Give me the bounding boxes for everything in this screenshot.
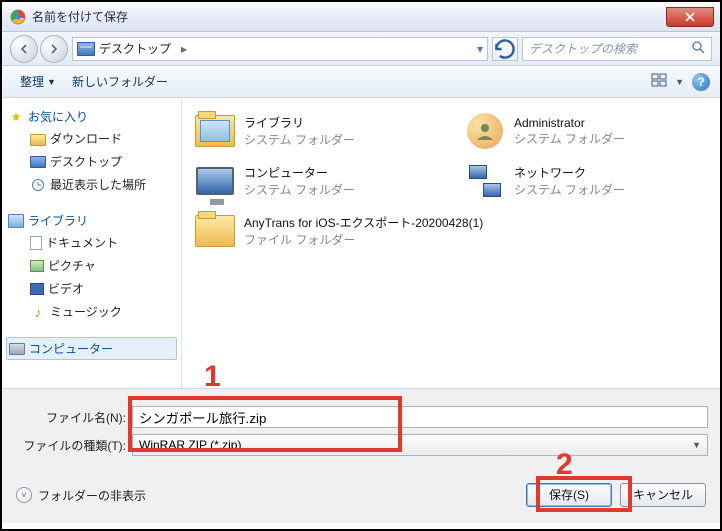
desktop-icon [30,156,46,168]
sidebar-group-favorites[interactable]: ★お気に入り [6,106,177,127]
filename-input[interactable] [132,406,708,428]
desktop-icon [77,42,95,56]
organize-button[interactable]: 整理▼ [12,69,64,94]
music-icon: ♪ [30,304,46,320]
list-item[interactable]: コンピューターシステム フォルダー [190,156,440,206]
navbar: デスクトップ ▸ ▾ デスクトップの検索 [2,32,720,66]
sidebar-group-libraries[interactable]: ライブラリ [6,210,177,231]
sidebar-item-videos[interactable]: ビデオ [6,277,177,300]
filetype-label: ファイルの種類(T): [14,437,132,454]
picture-icon [30,260,44,272]
chevron-down-icon[interactable]: ▼ [675,77,684,87]
sidebar-item-music[interactable]: ♪ミュージック [6,300,177,323]
search-input[interactable]: デスクトップの検索 [522,37,712,61]
titlebar: 名前を付けて保存 [2,2,720,32]
cancel-button[interactable]: キャンセル [620,483,706,507]
list-item[interactable]: ネットワークシステム フォルダー [460,156,710,206]
network-icon [467,163,503,199]
view-options-button[interactable] [651,72,667,91]
hide-folders-toggle[interactable]: ˅フォルダーの非表示 [16,487,146,504]
search-icon [691,40,705,57]
video-icon [30,283,44,295]
breadcrumb[interactable]: デスクトップ ▸ ▾ [72,37,488,61]
chevron-down-icon: ▼ [692,440,701,450]
star-icon: ★ [8,109,24,125]
save-panel: ファイル名(N): ファイルの種類(T): WinRAR ZIP (*.zip)… [2,388,720,523]
sidebar-item-downloads[interactable]: ダウンロード [6,127,177,150]
library-folder-icon [195,115,235,147]
back-button[interactable] [10,35,38,63]
sidebar-item-pictures[interactable]: ピクチャ [6,254,177,277]
new-folder-button[interactable]: 新しいフォルダー [64,69,176,94]
filename-label: ファイル名(N): [14,409,132,426]
save-button[interactable]: 保存(S) [526,483,612,507]
refresh-button[interactable] [492,37,518,61]
breadcrumb-dropdown-icon[interactable]: ▾ [477,42,483,56]
sidebar-item-desktop[interactable]: デスクトップ [6,150,177,173]
chevron-down-icon: ▼ [47,77,56,87]
forward-button[interactable] [40,35,68,63]
sidebar-item-recent[interactable]: 最近表示した場所 [6,173,177,196]
file-list: ライブラリシステム フォルダー Administratorシステム フォルダー … [182,98,720,388]
folder-icon [30,134,46,146]
list-item[interactable]: AnyTrans for iOS-エクスポート-20200428(1)ファイル … [190,206,510,256]
recent-icon [30,177,46,193]
sidebar-item-documents[interactable]: ドキュメント [6,231,177,254]
user-icon [467,113,503,149]
document-icon [30,236,42,250]
folder-icon [195,215,235,247]
toolbar: 整理▼ 新しいフォルダー ▼ ? [2,66,720,98]
computer-icon [9,343,25,355]
chevron-right-icon: ▸ [175,42,193,56]
list-item[interactable]: ライブラリシステム フォルダー [190,106,440,156]
help-button[interactable]: ? [692,73,710,91]
breadcrumb-location: デスクトップ [99,40,171,57]
app-icon [10,9,26,25]
sidebar: ★お気に入り ダウンロード デスクトップ 最近表示した場所 ライブラリ ドキュメ… [2,98,182,388]
library-icon [8,214,24,228]
chevron-down-icon: ˅ [16,487,32,503]
filetype-combo[interactable]: WinRAR ZIP (*.zip)▼ [132,434,708,456]
computer-icon [196,167,234,195]
list-item[interactable]: Administratorシステム フォルダー [460,106,710,156]
close-button[interactable] [666,7,714,27]
window-title: 名前を付けて保存 [32,8,666,25]
sidebar-group-computer[interactable]: コンピューター [6,337,177,360]
search-placeholder: デスクトップの検索 [529,40,637,57]
